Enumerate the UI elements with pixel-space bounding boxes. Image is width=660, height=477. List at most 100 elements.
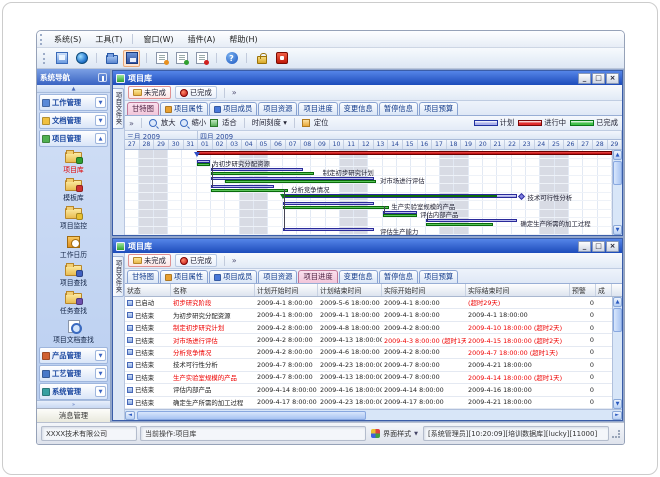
sidebar-group-工作管理[interactable]: 工作管理▼ [39, 94, 108, 111]
sidebar-item-项目查找[interactable]: 项目查找 [60, 262, 87, 290]
table-row[interactable]: 已结束分析竞争情况2009-4-2 8:00:002009-4-6 18:00:… [125, 347, 612, 359]
expand-arrow-icon[interactable]: ▼ [95, 368, 106, 379]
table-row[interactable]: 已结束制定初步研究计划2009-4-2 8:00:002009-4-8 18:0… [125, 322, 612, 334]
sidebar-collapse-button[interactable]: ▲ [37, 85, 110, 93]
column-header-实际结束时间[interactable]: 实际结束时间 [466, 284, 570, 296]
lock-button[interactable] [253, 50, 270, 67]
close-button[interactable]: × [606, 73, 619, 84]
expand-arrow-icon[interactable]: ▼ [95, 115, 106, 126]
column-header-状态[interactable]: 状态 [125, 284, 171, 296]
sidebar-item-工作日历[interactable]: 工作日历 [60, 233, 87, 261]
sidebar-group-文档管理[interactable]: 文档管理▼ [39, 112, 108, 129]
scrollbar-thumb[interactable] [613, 161, 622, 185]
gantt-chart[interactable]: 为初步研究分配资源制定初步研究计划对市场进行评估分析竞争情况技术可行性分析生产实… [125, 150, 612, 235]
project-folder-vertical-tab[interactable]: 项目文件夹 [113, 88, 124, 129]
tab-项目预算[interactable]: 项目预算 [419, 270, 458, 283]
maximize-button[interactable]: □ [592, 73, 605, 84]
exit-button[interactable] [273, 50, 290, 67]
tab-message-management[interactable]: 消息管理 [37, 408, 110, 422]
sidebar-group-系统管理[interactable]: 系统管理▼ [39, 383, 108, 400]
pin-icon[interactable] [98, 73, 107, 82]
table-row[interactable]: 已结束评估内部产品2009-4-14 8:00:002009-4-16 18:0… [125, 384, 612, 396]
time-scale-button[interactable]: 时间刻度 ▾ [252, 118, 287, 128]
tab-变更信息[interactable]: 变更信息 [339, 270, 378, 283]
finished-filter-button[interactable]: 已完成 [175, 86, 217, 99]
doc-new-button[interactable] [153, 50, 170, 67]
sidebar-group-工艺管理[interactable]: 工艺管理▼ [39, 365, 108, 382]
scroll-down-icon[interactable]: ▼ [613, 399, 622, 409]
tab-项目资源[interactable]: 项目资源 [258, 102, 297, 115]
finished-filter-button[interactable]: 已完成 [175, 254, 217, 267]
ui-style-picker[interactable]: 界面样式 ▼ [369, 429, 420, 439]
menu-item[interactable]: 帮助(H) [222, 33, 264, 46]
scroll-down-icon[interactable]: ▼ [613, 225, 622, 235]
column-header-名称[interactable]: 名称 [171, 284, 255, 296]
column-header-成[interactable]: 成 [596, 284, 612, 296]
table-row[interactable]: 已结束对市场进行评估2009-4-2 8:00:002009-4-13 18:0… [125, 334, 612, 346]
menu-item[interactable]: 系统(S) [47, 33, 88, 46]
locate-button[interactable]: 定位 [314, 118, 329, 128]
sidebar-item-任务查找[interactable]: 任务查找 [60, 290, 87, 318]
tab-项目进度[interactable]: 项目进度 [298, 102, 337, 115]
save-button[interactable] [123, 50, 140, 67]
zoom-out-button[interactable]: 缩小 [192, 118, 207, 128]
expand-arrow-icon[interactable]: ▼ [95, 97, 106, 108]
toolbar-overflow-icon[interactable]: » [232, 88, 237, 97]
task-progress-bar[interactable] [283, 195, 498, 197]
task-actual-bar[interactable] [211, 189, 288, 192]
unfinished-filter-button[interactable]: 未完成 [128, 86, 171, 99]
collapse-arrow-icon[interactable]: ▲ [95, 133, 106, 144]
tab-暂停信息[interactable]: 暂停信息 [379, 102, 418, 115]
close-button[interactable]: × [606, 241, 619, 252]
scrollbar-thumb[interactable] [613, 308, 622, 332]
doc-delete-button[interactable] [193, 50, 210, 67]
gantt-overflow-icon[interactable]: » [129, 119, 134, 128]
table-row[interactable]: 已启动初步研究阶段2009-4-1 8:00:002009-5-6 18:00:… [125, 297, 612, 309]
expand-arrow-icon[interactable]: ▼ [95, 386, 106, 397]
column-header-预警[interactable]: 预警 [570, 284, 596, 296]
tab-甘特图[interactable]: 甘特图 [127, 102, 159, 115]
menu-item[interactable]: 窗口(W) [136, 33, 180, 46]
menu-item[interactable]: 工具(T) [88, 33, 129, 46]
tab-项目进度[interactable]: 项目进度 [298, 270, 337, 283]
scrollbar-thumb[interactable] [137, 411, 366, 420]
minimize-button[interactable]: _ [578, 241, 591, 252]
globe-button[interactable] [73, 50, 90, 67]
scroll-right-icon[interactable]: ► [612, 411, 622, 420]
summary-bar[interactable] [197, 151, 612, 155]
minimize-button[interactable]: _ [578, 73, 591, 84]
task-actual-bar[interactable] [283, 206, 389, 209]
tab-项目属性[interactable]: 项目属性 [160, 270, 208, 283]
monitor-button[interactable] [53, 50, 70, 67]
sidebar-group-项目管理[interactable]: 项目管理▲ [39, 130, 108, 147]
resize-grip[interactable] [612, 430, 620, 438]
sidebar-overflow-button[interactable]: » [37, 400, 110, 408]
column-header-实际开始时间[interactable]: 实际开始时间 [382, 284, 466, 296]
sidebar-item-项目监控[interactable]: 项目监控 [60, 205, 87, 233]
expand-arrow-icon[interactable]: ▼ [95, 350, 106, 361]
tab-甘特图[interactable]: 甘特图 [127, 270, 159, 283]
unfinished-filter-button[interactable]: 未完成 [128, 254, 171, 267]
gantt-vertical-scrollbar[interactable]: ▲ ▼ [612, 150, 622, 235]
toolbar-overflow-icon[interactable]: » [232, 256, 237, 265]
zoom-in-button[interactable]: 放大 [161, 118, 176, 128]
gantt-window-titlebar[interactable]: 项目库 _ □ × [113, 71, 622, 85]
task-actual-bar[interactable] [197, 163, 210, 166]
sidebar-group-产品管理[interactable]: 产品管理▼ [39, 347, 108, 364]
tab-项目成员[interactable]: 项目成员 [209, 102, 257, 115]
folder-button[interactable] [103, 50, 120, 67]
task-actual-bar[interactable] [225, 180, 375, 183]
table-row[interactable]: 已结束为初步研究分配资源2009-4-1 8:00:002009-4-1 18:… [125, 309, 612, 321]
maximize-button[interactable]: □ [592, 241, 605, 252]
sidebar-item-模板库[interactable]: 模板库 [63, 177, 83, 205]
task-actual-bar[interactable] [426, 223, 493, 226]
column-header-计划开始时间[interactable]: 计划开始时间 [255, 284, 318, 296]
menu-item[interactable]: 插件(A) [181, 33, 223, 46]
table-window-titlebar[interactable]: 项目库 _ □ × [113, 239, 622, 253]
help-button[interactable]: ? [223, 50, 240, 67]
tab-变更信息[interactable]: 变更信息 [339, 102, 378, 115]
sidebar-item-项目文档查找[interactable]: 项目文档查找 [53, 318, 94, 346]
tab-项目成员[interactable]: 项目成员 [209, 270, 257, 283]
tab-项目资源[interactable]: 项目资源 [258, 270, 297, 283]
table-row[interactable]: 已结束技术可行性分析2009-4-7 8:00:002009-4-23 18:0… [125, 359, 612, 371]
